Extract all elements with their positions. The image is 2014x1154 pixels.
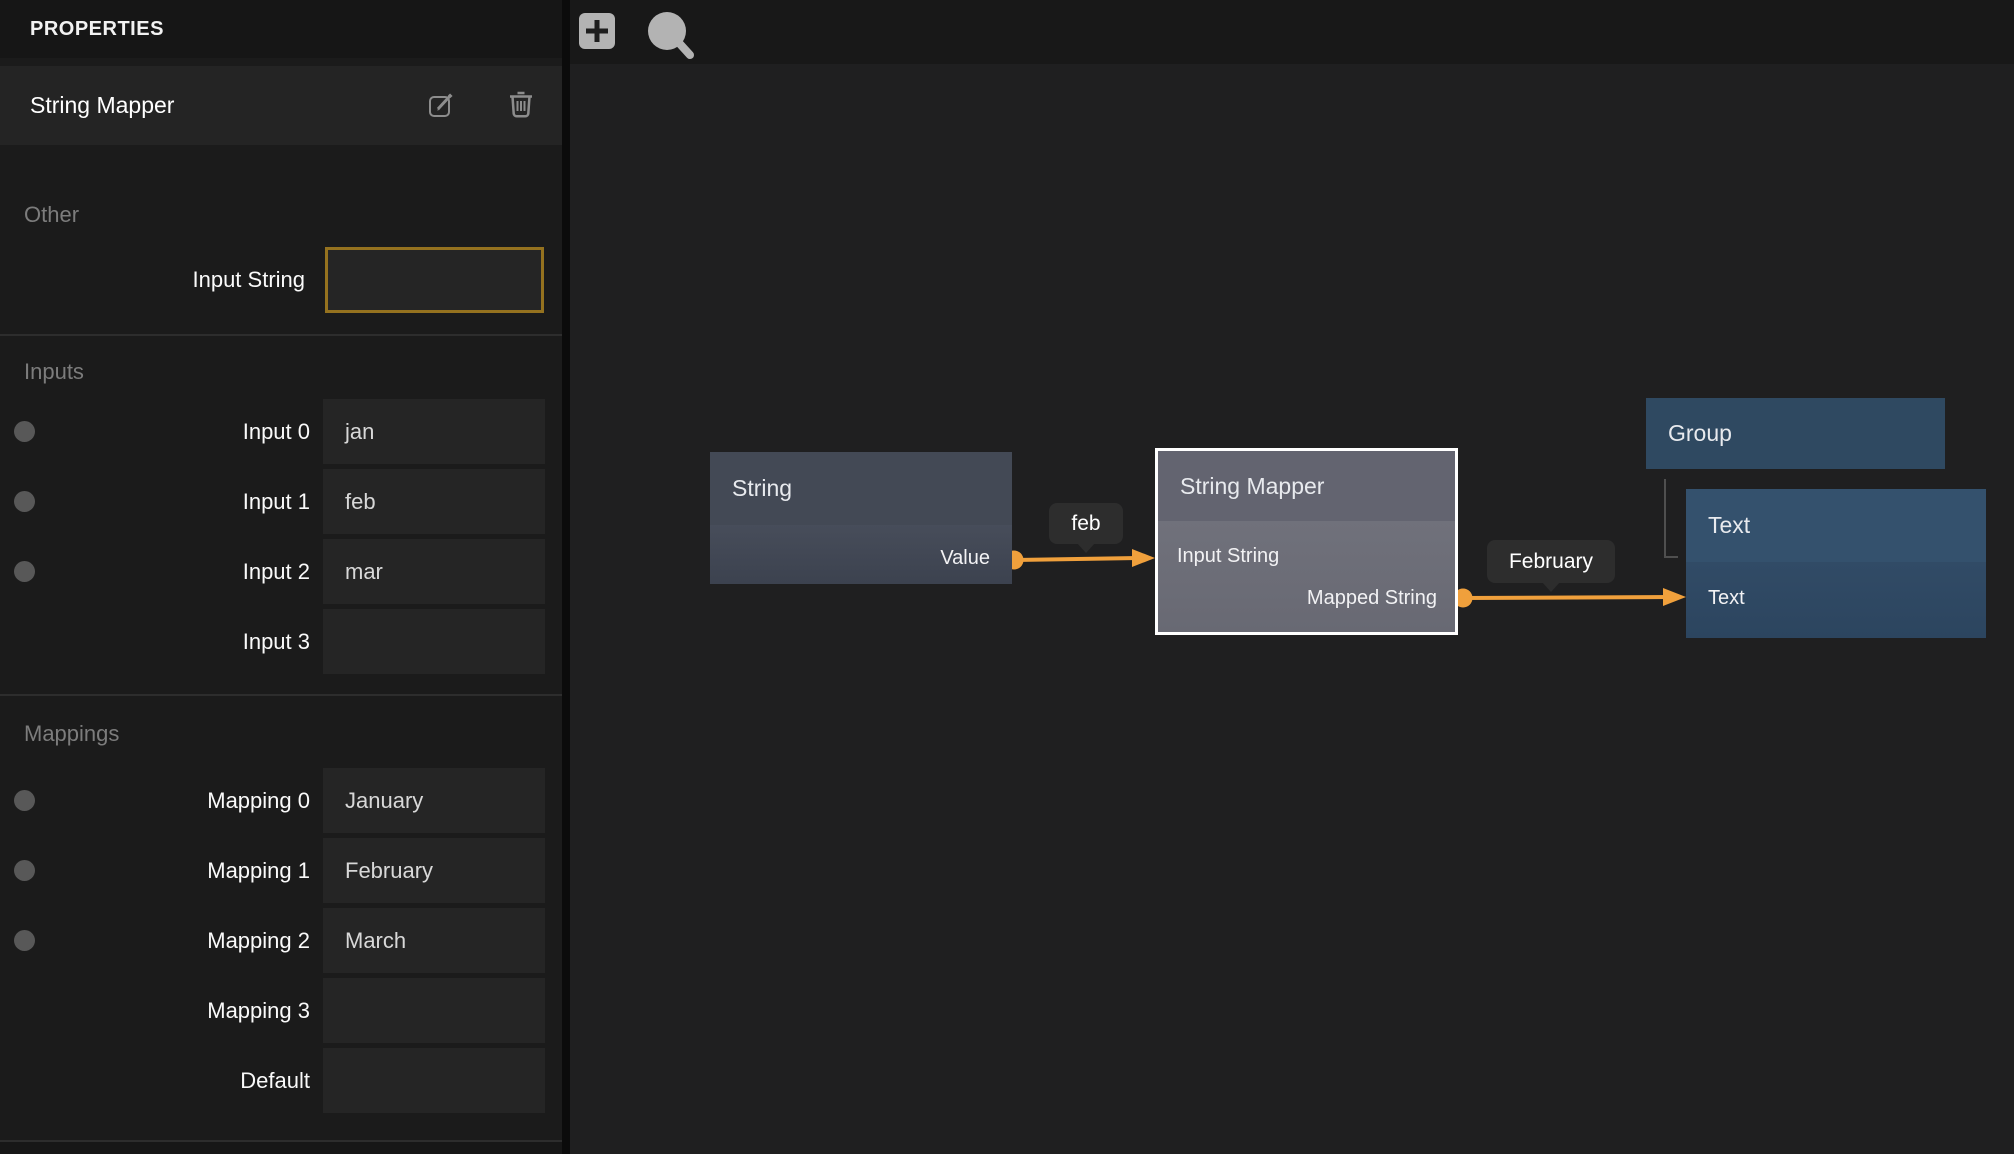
- group-child-connector: [1665, 479, 1678, 557]
- trash-icon: [508, 89, 534, 122]
- search-button[interactable]: [646, 8, 696, 63]
- delete-node-button[interactable]: [508, 89, 534, 122]
- mapping-row: Mapping 3: [0, 978, 562, 1043]
- row-label: Default: [0, 1048, 310, 1113]
- input-row: Input 0 jan: [0, 399, 562, 464]
- string-mapper-node[interactable]: String Mapper Input String Mapped String: [1155, 448, 1458, 635]
- row-label: Input 2: [0, 539, 310, 604]
- row-label: Input 0: [0, 399, 310, 464]
- text-node-title: Text: [1686, 489, 1986, 562]
- row-label: Mapping 1: [0, 838, 310, 903]
- row-value-field[interactable]: February: [323, 838, 545, 903]
- input-string-field[interactable]: [325, 247, 544, 313]
- string-node-body: Value: [710, 525, 1012, 584]
- mapping-row: Default: [0, 1048, 562, 1113]
- row-value-field[interactable]: feb: [323, 469, 545, 534]
- input-string-port[interactable]: Input String: [1177, 545, 1279, 568]
- row-value-field[interactable]: [323, 609, 545, 674]
- edit-pencil-icon: [428, 90, 456, 121]
- row-value-field[interactable]: mar: [323, 539, 545, 604]
- row-value-field[interactable]: [323, 978, 545, 1043]
- section-mappings: Mappings: [24, 719, 324, 749]
- panel-footer: [0, 1142, 562, 1154]
- properties-title: PROPERTIES: [30, 18, 164, 41]
- wire-value-tooltip: February: [1487, 540, 1615, 583]
- row-label: Input 3: [0, 609, 310, 674]
- string-node-title: String: [710, 452, 1012, 525]
- input-string-label: Input String: [0, 247, 305, 313]
- selected-node-title: String Mapper: [30, 92, 428, 119]
- wire-february: [1454, 588, 1687, 608]
- edit-node-button[interactable]: [428, 90, 456, 121]
- group-node[interactable]: Group: [1646, 398, 1945, 469]
- string-mapper-node-body: Input String Mapped String: [1158, 521, 1455, 632]
- section-inputs: Inputs: [24, 357, 324, 387]
- section-other: Other: [24, 200, 324, 230]
- mapping-row: Mapping 2 March: [0, 908, 562, 973]
- row-value-field[interactable]: jan: [323, 399, 545, 464]
- node-graph-canvas[interactable]: String Value String Mapper Input String …: [570, 0, 2014, 1154]
- input-row: Input 1 feb: [0, 469, 562, 534]
- add-node-button[interactable]: [578, 12, 616, 53]
- divider: [0, 694, 562, 696]
- tooltip-tail: [1077, 543, 1095, 553]
- text-input-port[interactable]: Text: [1708, 587, 1745, 610]
- row-value-field[interactable]: January: [323, 768, 545, 833]
- canvas-toolbar: [570, 0, 2014, 64]
- row-value-field[interactable]: [323, 1048, 545, 1113]
- properties-panel: PROPERTIES String Mapper: [0, 0, 562, 1154]
- group-node-title: Group: [1646, 398, 1945, 469]
- row-label: Mapping 2: [0, 908, 310, 973]
- panel-separator: [562, 0, 570, 1154]
- text-node-body: Text: [1686, 562, 1986, 638]
- row-label: Mapping 3: [0, 978, 310, 1043]
- wire-value-tooltip: feb: [1049, 503, 1123, 544]
- mapping-row: Mapping 0 January: [0, 768, 562, 833]
- row-label: Input 1: [0, 469, 310, 534]
- row-label: Mapping 0: [0, 768, 310, 833]
- mapped-string-port[interactable]: Mapped String: [1307, 587, 1437, 610]
- mapping-row: Mapping 1 February: [0, 838, 562, 903]
- string-node[interactable]: String Value: [710, 452, 1012, 584]
- magnifier-icon: [646, 48, 696, 63]
- input-string-row: Input String: [0, 247, 562, 313]
- string-mapper-node-title: String Mapper: [1158, 451, 1455, 521]
- tooltip-tail: [1542, 582, 1560, 592]
- divider: [0, 334, 562, 336]
- wire-value-text: February: [1509, 550, 1593, 573]
- plus-icon: [578, 38, 616, 53]
- selected-node-row: String Mapper: [0, 66, 562, 145]
- value-output-port[interactable]: Value: [940, 547, 990, 570]
- text-node[interactable]: Text Text: [1686, 489, 1986, 638]
- wire-value-text: feb: [1071, 512, 1100, 535]
- row-value-field[interactable]: March: [323, 908, 545, 973]
- input-row: Input 2 mar: [0, 539, 562, 604]
- properties-panel-header: PROPERTIES: [0, 0, 562, 58]
- input-row: Input 3: [0, 609, 562, 674]
